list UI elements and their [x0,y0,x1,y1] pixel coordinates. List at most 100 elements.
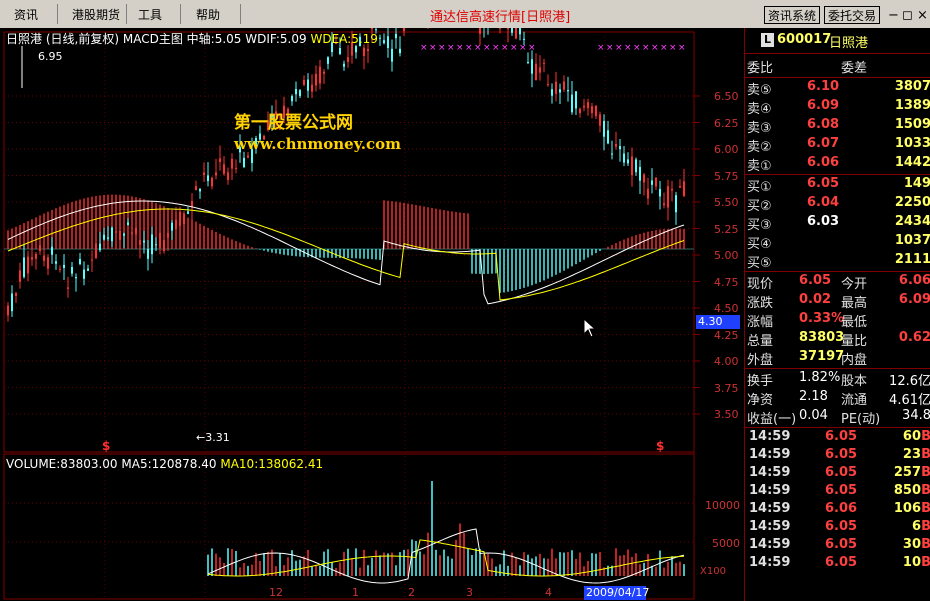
kline-chart[interactable]: × × × × × × × × × × × × × × × × × × × × × × × [0,28,744,601]
tick-row[interactable]: 14:59 6.05 10 B [745,555,930,574]
buy-order-row[interactable]: 买① 6.05 149 [745,176,930,195]
candle-body [627,159,629,164]
sell-order-row[interactable]: 卖④ 6.09 1389 [745,98,930,117]
candle-body [87,268,89,271]
x-axis-label: 4 [545,586,552,599]
tick-row[interactable]: 14:59 6.05 257 B [745,465,930,484]
volume-axis-label: 5000 [712,537,740,550]
tick-volume: 850 [893,483,921,498]
cursor-price-tag: 4.30 [696,315,740,329]
period-label: (日线,前复权) [45,32,120,46]
stat-label: 换手 [747,374,774,389]
stock-code: 600017 [777,32,832,47]
stat-value: 12.6亿 [889,374,930,389]
tick-row[interactable]: 14:59 6.05 60 B [745,429,930,448]
order-level-label: 卖⑤ [747,83,772,98]
tick-row[interactable]: 14:59 6.05 23 B [745,447,930,466]
candle-body [95,243,97,258]
candle-body [367,49,369,52]
candle-body [127,222,129,226]
signal-marker: $ [656,439,665,453]
candle-body [143,240,145,243]
top-marker: × [633,43,641,53]
candle-body [91,259,93,261]
sell-order-row[interactable]: 卖③ 6.08 1509 [745,117,930,136]
top-marker: × [438,43,446,53]
buy-order-row[interactable]: 买⑤ 2111 [745,252,930,271]
tick-time: 14:59 [749,483,791,498]
tick-volume: 257 [893,465,921,480]
menu-item-tools[interactable]: 工具 [138,6,162,23]
candle-body [203,172,205,176]
candle-body [295,88,297,95]
buy-order-row[interactable]: 买③ 6.03 2434 [745,214,930,233]
stat-row[interactable]: 涨幅 0.33% 最低 [745,311,930,330]
candle-body [519,28,521,35]
minimize-icon[interactable]: − [888,8,899,23]
menu-separator [180,4,181,24]
price-axis-label: 6.50 [714,90,739,103]
trade-button[interactable]: 委托交易 [824,6,881,24]
tick-side: B [921,555,930,570]
candle-body [647,188,649,199]
sell-order-row[interactable]: 卖① 6.06 1442 [745,155,930,174]
buy-order-row[interactable]: 买④ 1037 [745,233,930,252]
menu-item-news[interactable]: 资讯 [14,6,38,23]
candle-body [59,268,61,270]
candle-body [387,36,389,49]
candle-body [167,232,169,238]
candle-body [599,114,601,126]
tick-row[interactable]: 14:59 6.06 106 B [745,501,930,520]
stat-row[interactable]: 收益(一) 0.04 PE(动) 34.8 [745,408,930,427]
sell-order-row[interactable]: 卖② 6.07 1033 [745,136,930,155]
candle-body [311,84,313,92]
divider [745,53,930,54]
candle-body [43,255,45,261]
volume-value: VOLUME:83803.00 [6,457,118,471]
tick-time: 14:59 [749,519,791,534]
restore-icon[interactable]: ◻ [902,8,913,23]
order-level-label: 卖③ [747,121,772,136]
top-marker: × [456,43,464,53]
stat-row[interactable]: 总量 83803 量比 0.62 [745,330,930,349]
top-marker: × [597,43,605,53]
stock-header: L 600017 日照港 [745,32,930,52]
candle-body [591,106,593,114]
candle-body [131,232,133,234]
stat-row[interactable]: 净资 2.18 流通 4.61亿 [745,389,930,408]
stat-row[interactable]: 外盘 37197 内盘 [745,349,930,368]
price-axis-label: 4.00 [714,355,739,368]
price-axis-label: 6.25 [714,116,739,130]
divider [745,427,930,428]
candle-body [75,277,77,279]
stat-label: 外盘 [747,353,774,368]
candle-body [163,240,165,252]
menu-item-hk-futures[interactable]: 港股期货 [72,6,120,23]
menu-item-help[interactable]: 帮助 [196,6,220,23]
candle-body [543,62,545,64]
buy-order-row[interactable]: 买② 6.04 2250 [745,195,930,214]
candle-body [595,105,597,117]
top-marker: × [465,43,473,53]
candle-body [555,81,557,94]
candle-body [111,227,113,242]
tick-row[interactable]: 14:59 6.05 6 B [745,519,930,538]
stat-row[interactable]: 换手 1.82% 股本 12.6亿 [745,370,930,389]
tick-price: 6.05 [825,447,858,462]
chart-area[interactable]: × × × × × × × × × × × × × × × × × × × × × × × 日照港 (日线,前复权) MAC… [0,28,744,601]
candle-body [179,211,181,226]
stat-row[interactable]: 现价 6.05 今开 6.06 [745,273,930,292]
sell-order-row[interactable]: 卖⑤ 6.10 3807 [745,79,930,98]
stat-row[interactable]: 涨跌 0.02 最高 6.09 [745,292,930,311]
tick-row[interactable]: 14:59 6.05 850 B [745,483,930,502]
candle-body [623,153,625,163]
close-icon[interactable]: × [917,8,928,23]
order-level-label: 买④ [747,237,772,252]
menu-separator [57,4,58,24]
candle-body [7,305,9,316]
tick-row[interactable]: 14:59 6.05 30 B [745,537,930,556]
order-volume: 2434 [894,214,930,229]
candle-body [215,172,217,176]
news-system-button[interactable]: 资讯系统 [764,6,821,24]
candle-body [35,254,37,259]
